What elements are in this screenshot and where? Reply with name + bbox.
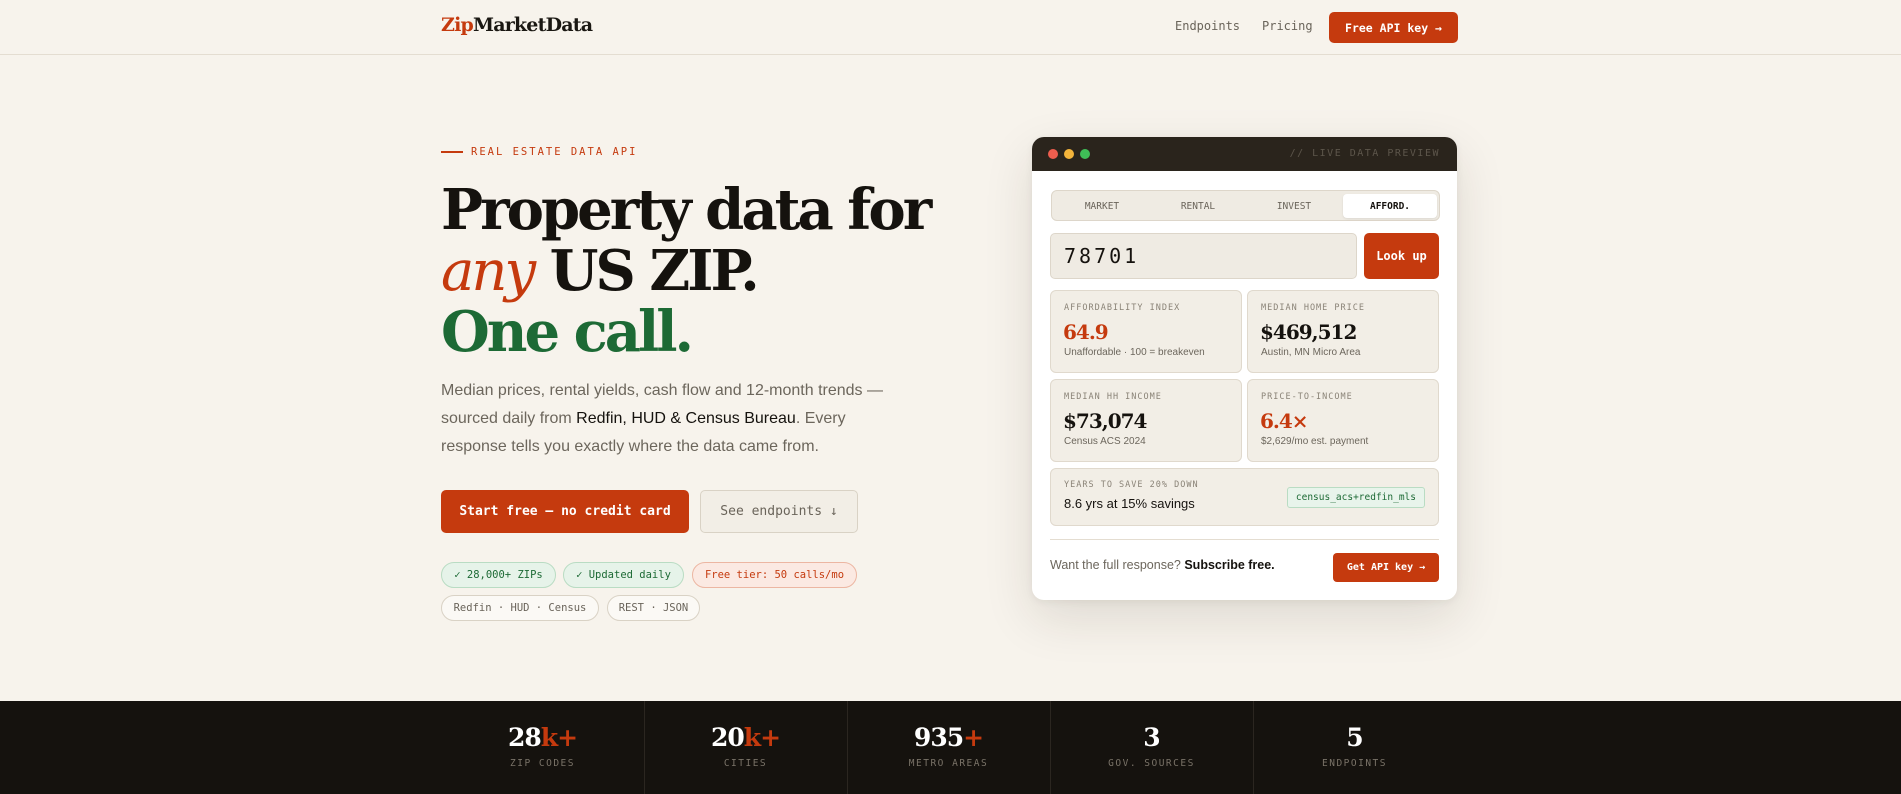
nav-endpoints-link[interactable]: Endpoints — [1175, 19, 1240, 33]
look-up-button[interactable]: Look up — [1364, 233, 1439, 279]
number-suffix: k+ — [743, 723, 781, 752]
number-value: 20 — [710, 723, 745, 752]
logo[interactable]: ZipMarketData — [441, 14, 593, 36]
number-value: 5 — [1346, 723, 1363, 752]
maximize-dot-icon — [1080, 149, 1090, 159]
get-api-key-button[interactable]: Get API key → — [1333, 553, 1439, 582]
subscribe-link[interactable]: Subscribe free. — [1184, 558, 1274, 572]
preview-titlebar: // LIVE DATA PREVIEW — [1032, 137, 1457, 171]
hero-title-any: any — [441, 239, 536, 304]
stat-caption: ENDPOINTS — [1322, 758, 1387, 769]
savings-value: 8.6 yrs at 15% savings — [1064, 496, 1195, 511]
card-divider — [1050, 539, 1439, 540]
stat-number: 935+ — [847, 723, 1050, 752]
eyebrow-line — [441, 151, 463, 153]
stat-number: 5 — [1253, 723, 1456, 752]
stat-label: PRICE-TO-INCOME — [1261, 392, 1353, 402]
stat-note: Census ACS 2024 — [1064, 436, 1146, 447]
minimize-dot-icon — [1064, 149, 1074, 159]
stat-value: 6.4× — [1260, 409, 1309, 433]
subscribe-prompt: Want the full response? Subscribe free. — [1050, 558, 1275, 572]
stat-gov-sources: 3 GOV. SOURCES — [1050, 701, 1253, 794]
badge-free-tier: Free tier: 50 calls/mo — [692, 562, 857, 588]
subscribe-text: Want the full response? — [1050, 558, 1185, 572]
zip-input[interactable]: 78701 — [1050, 233, 1357, 279]
tab-afford[interactable]: AFFORD. — [1343, 194, 1437, 218]
badge-updated-daily: ✓ Updated daily — [563, 562, 684, 588]
stat-endpoints: 5 ENDPOINTS — [1253, 701, 1456, 794]
site-header: ZipMarketData Endpoints Pricing Free API… — [0, 0, 1901, 55]
stats-band: 28k+ ZIP CODES 20k+ CITIES 935+ METRO AR… — [0, 701, 1901, 794]
stat-caption: GOV. SOURCES — [1108, 758, 1195, 769]
stat-label: MEDIAN HH INCOME — [1064, 392, 1162, 402]
free-api-key-button[interactable]: Free API key → — [1329, 12, 1458, 43]
stat-value: $469,512 — [1260, 320, 1357, 344]
stat-caption: METRO AREAS — [908, 758, 989, 769]
see-endpoints-button[interactable]: See endpoints ↓ — [700, 490, 858, 533]
stat-affordability-index: AFFORDABILITY INDEX 64.9 Unaffordable · … — [1050, 290, 1242, 373]
stat-label: MEDIAN HOME PRICE — [1261, 303, 1365, 313]
preview-label: // LIVE DATA PREVIEW — [1289, 148, 1440, 159]
stat-price-to-income: PRICE-TO-INCOME 6.4× $2,629/mo est. paym… — [1247, 379, 1439, 462]
stat-median-home-price: MEDIAN HOME PRICE $469,512 Austin, MN Mi… — [1247, 290, 1439, 373]
number-suffix: + — [963, 723, 984, 752]
stat-number: 3 — [1050, 723, 1253, 752]
close-dot-icon — [1048, 149, 1058, 159]
number-value: 28 — [507, 723, 542, 752]
badge-zips: ✓ 28,000+ ZIPs — [441, 562, 556, 588]
logo-prefix: Zip — [441, 14, 474, 36]
tab-invest[interactable]: INVEST — [1247, 194, 1341, 218]
stat-caption: CITIES — [723, 758, 768, 769]
data-source-tag: census_acs+redfin_mls — [1286, 487, 1425, 508]
stat-value: $73,074 — [1063, 409, 1147, 433]
stat-value: 64.9 — [1063, 320, 1109, 344]
tab-market[interactable]: MARKET — [1055, 194, 1149, 218]
hero-title-line2: any US ZIP. — [441, 238, 760, 304]
live-data-preview-card: // LIVE DATA PREVIEW MARKET RENTAL INVES… — [1032, 137, 1457, 600]
hero-title-us-zip: US ZIP. — [533, 238, 760, 304]
stat-metro-areas: 935+ METRO AREAS — [847, 701, 1050, 794]
stat-median-hh-income: MEDIAN HH INCOME $73,074 Census ACS 2024 — [1050, 379, 1242, 462]
stat-zip-codes: 28k+ ZIP CODES — [441, 701, 644, 794]
number-value: 3 — [1143, 723, 1160, 752]
stat-note: Austin, MN Micro Area — [1261, 347, 1361, 358]
tab-rental[interactable]: RENTAL — [1151, 194, 1245, 218]
number-suffix: k+ — [540, 723, 578, 752]
hero-subtitle: Median prices, rental yields, cash flow … — [441, 377, 891, 461]
hero-title-line1: Property data for — [441, 177, 932, 243]
stat-number: 28k+ — [441, 723, 644, 752]
stat-note: $2,629/mo est. payment — [1261, 436, 1369, 447]
subtitle-sources: Redfin, HUD & Census Bureau — [576, 410, 796, 427]
stat-note: Unaffordable · 100 = breakeven — [1064, 347, 1205, 358]
badge-sources: Redfin · HUD · Census — [441, 595, 599, 621]
number-value: 935 — [913, 723, 964, 752]
start-free-button[interactable]: Start free — no credit card — [441, 490, 689, 533]
years-to-save-row: YEARS TO SAVE 20% DOWN 8.6 yrs at 15% sa… — [1050, 468, 1439, 526]
preview-tabs: MARKET RENTAL INVEST AFFORD. — [1051, 190, 1440, 221]
stat-cities: 20k+ CITIES — [644, 701, 847, 794]
badge-format: REST · JSON — [607, 595, 700, 621]
hero-title-line3: One call. — [441, 299, 694, 365]
eyebrow-text: REAL ESTATE DATA API — [471, 146, 638, 158]
stat-number: 20k+ — [644, 723, 847, 752]
nav-pricing-link[interactable]: Pricing — [1262, 19, 1313, 33]
eyebrow: REAL ESTATE DATA API — [441, 146, 637, 158]
stat-label: AFFORDABILITY INDEX — [1064, 303, 1181, 313]
logo-suffix: MarketData — [472, 14, 593, 36]
stat-caption: ZIP CODES — [510, 758, 575, 769]
savings-label: YEARS TO SAVE 20% DOWN — [1064, 480, 1199, 490]
